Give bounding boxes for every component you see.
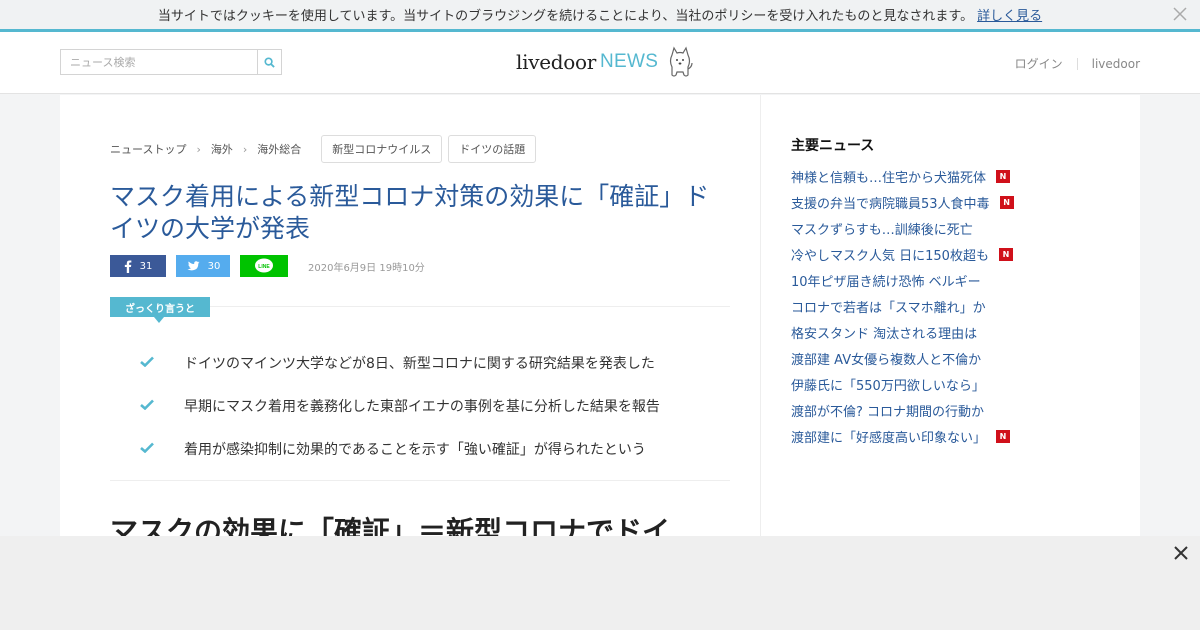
tag-covid[interactable]: 新型コロナウイルス [321, 135, 443, 163]
news-item[interactable]: 冷やしマスク人気 日に150枚超も N [791, 241, 1014, 267]
new-badge: N [998, 247, 1013, 261]
svg-text:LINE: LINE [258, 264, 270, 270]
news-item[interactable]: 格安スタンド 淘汰される理由は [791, 319, 1014, 345]
dog-mascot-icon [670, 46, 693, 77]
cookie-bar: 当サイトではクッキーを使用しています。当サイトのブラウジングを続けることにより、… [0, 0, 1200, 29]
chevron-right-icon: › [242, 142, 248, 156]
news-item[interactable]: コロナで若者は「スマホ離れ」か [791, 293, 1014, 319]
news-item[interactable]: 支援の弁当で病院職員53人食中毒 N [791, 189, 1014, 215]
search-icon [264, 56, 275, 68]
check-icon [140, 441, 184, 457]
cookie-text: 当サイトではクッキーを使用しています。当サイトのブラウジングを続けることにより、… [157, 9, 974, 24]
news-item[interactable]: 渡部が不倫? コロナ期間の行動か [791, 397, 1014, 423]
login-link[interactable]: ログイン [1015, 55, 1063, 72]
search-box [60, 49, 282, 75]
twitter-icon [186, 260, 200, 270]
breadcrumb-item-overseas-general[interactable]: 海外総合 [257, 141, 301, 157]
close-icon[interactable] [1172, 6, 1188, 22]
news-link[interactable]: 渡部建 AV女優ら複数人と不倫か [791, 349, 981, 368]
list-item: 早期にマスク着用を義務化した東部イエナの事例を基に分析した結果を報告 [140, 384, 740, 427]
summary-text: 早期にマスク着用を義務化した東部イエナの事例を基に分析した結果を報告 [184, 398, 660, 415]
news-link[interactable]: 渡部が不倫? コロナ期間の行動か [791, 401, 984, 420]
article-subheading: マスクの効果に「確証」＝新型コロナでドイ [110, 515, 671, 536]
line-icon: LINE [255, 258, 273, 273]
divider [110, 480, 730, 481]
facebook-count: 31 [139, 260, 153, 272]
article-title: マスク着用による新型コロナ対策の効果に「確証」ドイツの大学が発表 [110, 182, 710, 243]
breadcrumb-item-overseas[interactable]: 海外 [211, 141, 233, 157]
line-share-button[interactable]: LINE [240, 255, 288, 277]
sidebar-title: 主要ニュース [791, 138, 875, 154]
summary-list: ドイツのマインツ大学などが8日、新型コロナに関する研究結果を発表した 早期にマス… [140, 341, 740, 470]
topic-tags: 新型コロナウイルス ドイツの話題 [315, 135, 537, 163]
divider [1076, 57, 1078, 70]
header-links: ログイン livedoor [1015, 55, 1140, 72]
new-badge: N [996, 429, 1011, 443]
breadcrumb: ニューストップ › 海外 › 海外総合 新型コロナウイルス ドイツの話題 [110, 135, 537, 163]
news-link[interactable]: コロナで若者は「スマホ離れ」か [791, 297, 986, 316]
twitter-share-button[interactable]: 30 [176, 255, 230, 277]
cookie-more-link[interactable]: 詳しく見る [977, 5, 1042, 24]
summary-text: ドイツのマインツ大学などが8日、新型コロナに関する研究結果を発表した [184, 355, 655, 372]
news-item[interactable]: 渡部建 AV女優ら複数人と不倫か [791, 345, 1014, 371]
news-item[interactable]: マスクずらすも…訓練後に死亡 [791, 215, 1014, 241]
publish-date: 2020年6月9日 19時10分 [308, 262, 425, 274]
site-header: livedoor NEWS ログイン livedoor [0, 32, 1200, 94]
news-item[interactable]: 渡部建に「好感度高い印象ない」 N [791, 423, 1014, 449]
site-logo[interactable]: livedoor NEWS [516, 42, 694, 82]
search-button[interactable] [257, 50, 281, 74]
list-item: ドイツのマインツ大学などが8日、新型コロナに関する研究結果を発表した [140, 341, 740, 384]
livedoor-link[interactable]: livedoor [1092, 57, 1140, 71]
zakkuri-label: ざっくり言うと [110, 297, 210, 323]
news-link[interactable]: 神様と信頼も…住宅から犬猫死体 [791, 167, 986, 186]
news-link[interactable]: マスクずらすも…訓練後に死亡 [791, 219, 973, 238]
news-item[interactable]: 10年ピザ届き続け恐怖 ベルギー [791, 267, 1014, 293]
logo-livedoor: livedoor [516, 50, 596, 74]
news-item[interactable]: 神様と信頼も…住宅から犬猫死体 N [791, 163, 1014, 189]
check-icon [140, 398, 184, 414]
news-item[interactable]: 伊藤氏に「550万円欲しいなら」 [791, 371, 1014, 397]
facebook-icon [124, 259, 131, 273]
article-main: ニューストップ › 海外 › 海外総合 新型コロナウイルス ドイツの話題 マスク… [60, 95, 760, 536]
tag-germany[interactable]: ドイツの話題 [448, 135, 537, 163]
chevron-right-icon: › [196, 142, 201, 156]
summary-text: 着用が感染抑制に効果的であることを示す「強い確証」が得られたという [184, 441, 646, 458]
close-icon[interactable] [1172, 544, 1190, 562]
news-link[interactable]: 10年ピザ届き続け恐怖 ベルギー [791, 271, 981, 290]
facebook-share-button[interactable]: 31 [110, 255, 166, 277]
news-link[interactable]: 渡部建に「好感度高い印象ない」 [791, 427, 986, 446]
twitter-count: 30 [207, 260, 221, 272]
bottom-ad-banner [0, 536, 1200, 630]
news-link[interactable]: 支援の弁当で病院職員53人食中毒 [791, 193, 990, 212]
new-badge: N [999, 195, 1014, 209]
share-row: 31 30 LINE 2020年6月9日 19時10分 [110, 255, 425, 277]
list-item: 着用が感染抑制に効果的であることを示す「強い確証」が得られたという [140, 427, 740, 470]
major-news-list: 神様と信頼も…住宅から犬猫死体 N 支援の弁当で病院職員53人食中毒 N マスクずら… [791, 163, 1014, 449]
news-link[interactable]: 伊藤氏に「550万円欲しいなら」 [791, 375, 985, 394]
sidebar: 主要ニュース 神様と信頼も…住宅から犬猫死体 N 支援の弁当で病院職員53人食中毒… [760, 95, 1140, 536]
check-icon [140, 355, 184, 371]
search-input[interactable] [61, 50, 257, 74]
new-badge: N [996, 169, 1011, 183]
breadcrumb-item-top[interactable]: ニューストップ [110, 141, 186, 157]
logo-news: NEWS [599, 51, 659, 72]
news-link[interactable]: 格安スタンド 淘汰される理由は [791, 323, 977, 342]
news-link[interactable]: 冷やしマスク人気 日に150枚超も [791, 245, 989, 264]
